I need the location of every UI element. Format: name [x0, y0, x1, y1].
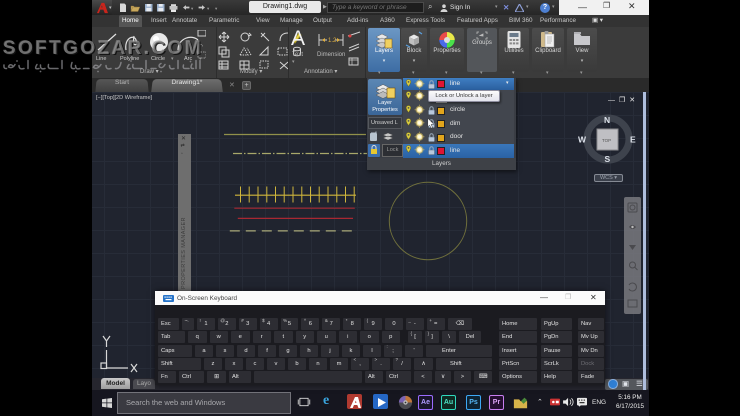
svg-text:1.2: 1.2: [328, 38, 337, 44]
svg-text:N: N: [604, 115, 610, 125]
svg-text:▾: ▾: [191, 6, 194, 11]
svg-text:▾: ▾: [215, 6, 218, 11]
svg-text:▾: ▾: [207, 6, 210, 11]
svg-text:W: W: [578, 135, 587, 145]
svg-text:S: S: [605, 154, 611, 164]
svg-text:E: E: [630, 135, 636, 145]
svg-text:TOP: TOP: [602, 138, 611, 143]
